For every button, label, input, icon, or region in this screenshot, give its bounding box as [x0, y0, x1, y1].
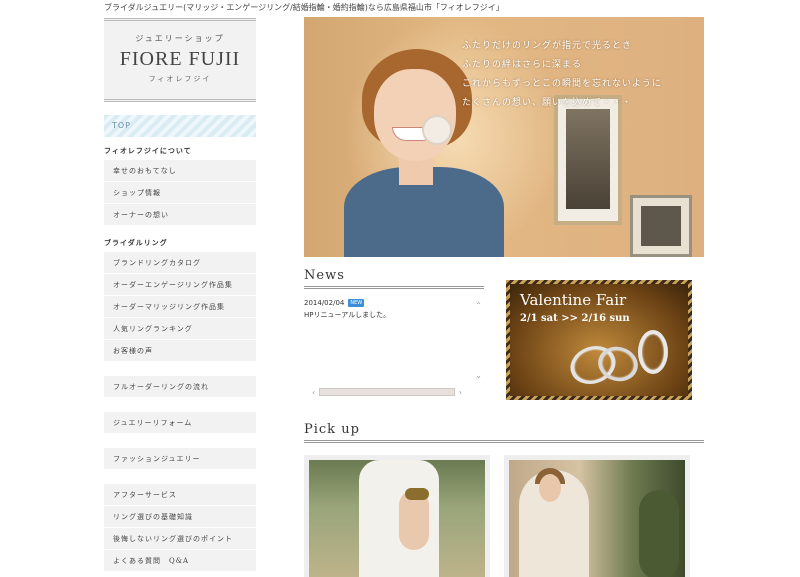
- nav-item-points[interactable]: 後悔しないリング選びのポイント: [104, 528, 256, 550]
- pickup-image: [309, 460, 485, 577]
- nav-item-shop-info[interactable]: ショップ情報: [104, 182, 256, 204]
- logo-subtitle: ジュエリーショップ: [135, 34, 225, 43]
- news-section: News ⌃ 2014/02/04 NEW HPリニューアルしました。 ⌄ ‹ …: [304, 268, 484, 411]
- scroll-left-icon[interactable]: ‹: [312, 388, 315, 397]
- hero-compact-mirror: [422, 115, 452, 145]
- news-title: News: [304, 268, 484, 289]
- nav-section-bridal-heading: ブライダルリング: [104, 239, 168, 247]
- logo-kana: フィオレフジイ: [148, 75, 212, 83]
- valentine-fair-banner[interactable]: Valentine Fair 2/1 sat >> 2/16 sun: [506, 280, 692, 400]
- news-item-date: 2014/02/04 NEW: [304, 299, 484, 307]
- nav-section-about-heading: フィオレフジイについて: [104, 147, 192, 155]
- nav-item-faq[interactable]: よくある質問 Q&A: [104, 550, 256, 572]
- nav-item-order-marriage[interactable]: オーダーマリッジリング作品集: [104, 296, 256, 318]
- pickup-image: [509, 460, 685, 577]
- news-date-text: 2014/02/04: [304, 299, 345, 307]
- nav-item-hospitality[interactable]: 幸せのおもてなし: [104, 160, 256, 182]
- banner-dates: 2/1 sat >> 2/16 sun: [520, 313, 630, 324]
- nav-top-button[interactable]: TOP: [104, 115, 256, 137]
- nav-item-full-order-flow[interactable]: フルオーダーリングの流れ: [104, 376, 256, 398]
- pickup-title: Pick up: [304, 422, 704, 443]
- hero-copy-line: これからもずっとこの瞬間を忘れないように: [462, 79, 662, 89]
- scrollbar-track[interactable]: [319, 388, 455, 396]
- nav-item-order-engagement[interactable]: オーダーエンゲージリング作品集: [104, 274, 256, 296]
- pickup-grid: [304, 455, 704, 577]
- ring-icon: [638, 330, 668, 374]
- nav-item-brand-catalog[interactable]: ブランドリングカタログ: [104, 252, 256, 274]
- scroll-right-icon[interactable]: ›: [459, 388, 462, 397]
- hero-copy: ふたりだけのリングが指元で光るとき ふたりの絆はさらに深まる これからもずっとこ…: [462, 37, 702, 113]
- hero-copy-line: ふたりの絆はさらに深まる: [462, 60, 583, 70]
- logo[interactable]: ジュエリーショップ FIORE FUJII フィオレフジイ: [104, 18, 256, 102]
- hero-photo-frame: [554, 95, 622, 225]
- hero-copy-line: ふたりだけのリングが指元で光るとき: [462, 41, 633, 51]
- nav-item-ranking[interactable]: 人気リングランキング: [104, 318, 256, 340]
- pickup-section: Pick up: [304, 422, 704, 577]
- nav-item-customer-voice[interactable]: お客様の声: [104, 340, 256, 362]
- horizontal-scrollbar[interactable]: ‹ ›: [312, 387, 462, 397]
- hero-copy-line: たくさんの想い、願いを込めて・・・: [462, 98, 633, 108]
- banner-title: Valentine Fair: [520, 291, 627, 309]
- scroll-down-icon[interactable]: ⌄: [475, 371, 482, 380]
- pickup-card-bouquet[interactable]: [304, 455, 490, 577]
- news-item-text[interactable]: HPリニューアルしました。: [304, 310, 484, 320]
- site-tagline: ブライダルジュエリー(マリッジ・エンゲージリング/結婚指輪・婚約指輪)なら広島県…: [104, 3, 504, 12]
- hero-image: ふたりだけのリングが指元で光るとき ふたりの絆はさらに深まる これからもずっとこ…: [304, 17, 704, 257]
- news-list: ⌃ 2014/02/04 NEW HPリニューアルしました。 ⌄ ‹ ›: [304, 299, 484, 411]
- nav-item-reform[interactable]: ジュエリーリフォーム: [104, 412, 256, 434]
- pickup-card-bride[interactable]: [504, 455, 690, 577]
- logo-title: FIORE FUJII: [119, 48, 241, 70]
- nav-item-owner-message[interactable]: オーナーの想い: [104, 204, 256, 226]
- nav-item-fashion-jewelry[interactable]: ファッションジュエリー: [104, 448, 256, 470]
- nav-item-after-service[interactable]: アフターサービス: [104, 484, 256, 506]
- new-badge: NEW: [348, 299, 365, 307]
- hero-model-face: [374, 69, 456, 161]
- scroll-up-icon[interactable]: ⌃: [475, 301, 482, 310]
- nav-item-basics[interactable]: リング選びの基礎知識: [104, 506, 256, 528]
- hero-small-frame: [630, 195, 692, 257]
- sidebar: ジュエリーショップ FIORE FUJII フィオレフジイ TOP フィオレフジ…: [104, 18, 256, 572]
